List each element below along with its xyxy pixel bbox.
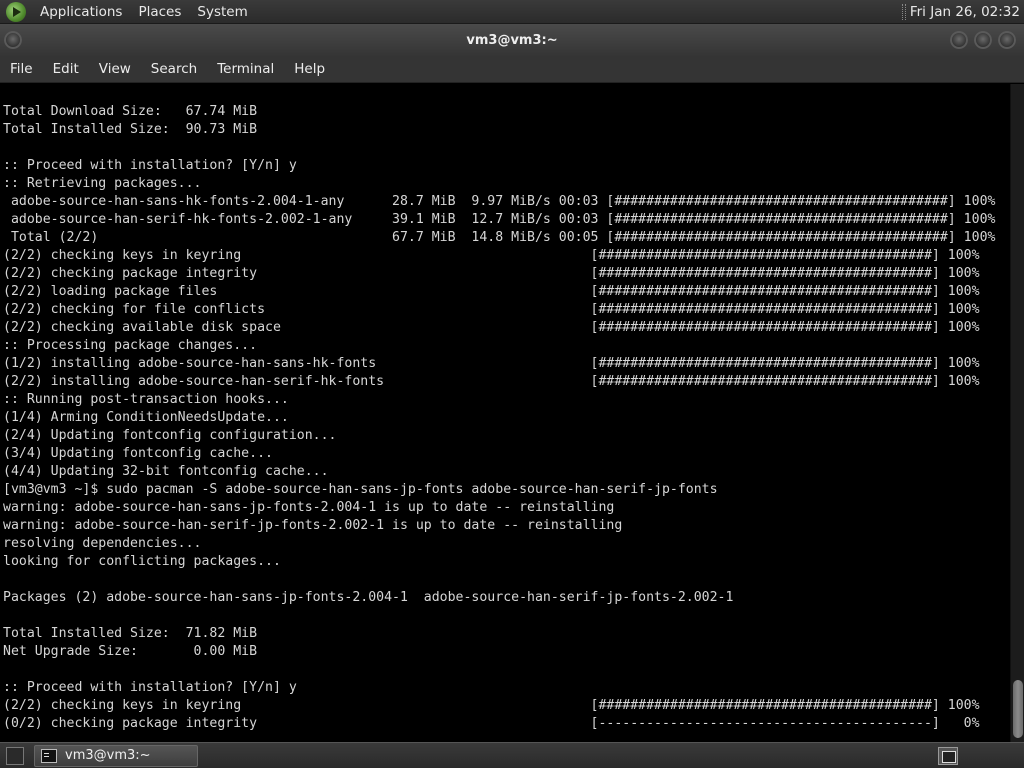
terminal-line: :: Processing package changes... bbox=[3, 338, 258, 353]
terminal-line: (1/2) installing adobe-source-han-sans-h… bbox=[3, 356, 980, 371]
terminal-line: (1/4) Arming ConditionNeedsUpdate... bbox=[3, 410, 289, 425]
taskbar-window-button[interactable]: vm3@vm3:~ bbox=[34, 744, 198, 767]
terminal-line: (2/2) loading package files [###########… bbox=[3, 284, 980, 299]
terminal-lines: Total Download Size: 67.74 MiB Total Inst… bbox=[3, 103, 995, 733]
panel-menu-applications[interactable]: Applications bbox=[32, 4, 130, 20]
terminal-line: Total Download Size: 67.74 MiB bbox=[3, 104, 258, 119]
terminal-line: Total (2/2) 67.7 MiB 14.8 MiB/s 00:05 [#… bbox=[3, 230, 996, 245]
panel-clock[interactable]: Fri Jan 26, 02:32 bbox=[910, 4, 1024, 20]
terminal-line: warning: adobe-source-han-sans-jp-fonts-… bbox=[3, 500, 615, 515]
close-button[interactable] bbox=[998, 31, 1016, 49]
terminal-line: :: Running post-transaction hooks... bbox=[3, 392, 289, 407]
terminal-line: (2/2) checking package integrity [######… bbox=[3, 266, 980, 281]
terminal-line: (3/4) Updating fontconfig cache... bbox=[3, 446, 273, 461]
terminal-line: :: Proceed with installation? [Y/n] y bbox=[3, 680, 297, 695]
terminal-line: Total Installed Size: 90.73 MiB bbox=[3, 122, 258, 137]
window-titlebar[interactable]: vm3@vm3:~ bbox=[0, 24, 1024, 56]
terminal-line: :: Proceed with installation? [Y/n] y bbox=[3, 158, 297, 173]
panel-handle-icon[interactable] bbox=[901, 3, 906, 20]
terminal-line: (4/4) Updating 32-bit fontconfig cache..… bbox=[3, 464, 329, 479]
panel-menu-places[interactable]: Places bbox=[130, 4, 189, 20]
window-menu-button[interactable] bbox=[4, 31, 22, 49]
terminal-line: [vm3@vm3 ~]$ sudo pacman -S adobe-source… bbox=[3, 482, 718, 497]
terminal-line: :: Retrieving packages... bbox=[3, 176, 202, 191]
terminal-line: (0/2) checking package integrity [------… bbox=[3, 716, 980, 731]
menu-search[interactable]: Search bbox=[141, 61, 207, 77]
distro-logo-icon[interactable] bbox=[6, 1, 26, 22]
menu-terminal[interactable]: Terminal bbox=[207, 61, 284, 77]
taskbar-window-label: vm3@vm3:~ bbox=[65, 748, 151, 763]
menu-view[interactable]: View bbox=[89, 61, 141, 77]
minimize-button[interactable] bbox=[950, 31, 968, 49]
menu-help[interactable]: Help bbox=[284, 61, 335, 77]
menubar: File Edit View Search Terminal Help bbox=[0, 56, 1024, 83]
terminal-output[interactable]: Total Download Size: 67.74 MiB Total Inst… bbox=[0, 84, 1010, 742]
terminal-line: adobe-source-han-sans-hk-fonts-2.004-1-a… bbox=[3, 194, 996, 209]
menu-file[interactable]: File bbox=[0, 61, 43, 77]
show-desktop-icon[interactable] bbox=[6, 746, 24, 765]
terminal-line: resolving dependencies... bbox=[3, 536, 202, 551]
terminal-line: Net Upgrade Size: 0.00 MiB bbox=[3, 644, 258, 659]
window-title: vm3@vm3:~ bbox=[466, 32, 558, 48]
terminal-line: looking for conflicting packages... bbox=[3, 554, 281, 569]
terminal-line: Total Installed Size: 71.82 MiB bbox=[3, 626, 258, 641]
maximize-button[interactable] bbox=[974, 31, 992, 49]
bottom-taskbar: vm3@vm3:~ bbox=[0, 742, 1024, 768]
terminal-line: (2/2) checking for file conflicts [#####… bbox=[3, 302, 980, 317]
terminal-line: (2/2) checking keys in keyring [########… bbox=[3, 698, 980, 713]
terminal-line: Packages (2) adobe-source-han-sans-jp-fo… bbox=[3, 590, 734, 605]
terminal-line: (2/2) checking keys in keyring [########… bbox=[3, 248, 980, 263]
terminal-line: (2/2) checking available disk space [###… bbox=[3, 320, 980, 335]
panel-menu-system[interactable]: System bbox=[189, 4, 255, 20]
terminal-icon bbox=[41, 748, 57, 763]
terminal-scrollbar[interactable] bbox=[1010, 84, 1024, 742]
terminal-line: (2/2) installing adobe-source-han-serif-… bbox=[3, 374, 980, 389]
scrollbar-thumb[interactable] bbox=[1013, 680, 1023, 738]
terminal-line: adobe-source-han-serif-hk-fonts-2.002-1-… bbox=[3, 212, 996, 227]
menu-edit[interactable]: Edit bbox=[43, 61, 89, 77]
top-panel: Applications Places System Fri Jan 26, 0… bbox=[0, 0, 1024, 24]
terminal-line: warning: adobe-source-han-serif-jp-fonts… bbox=[3, 518, 623, 533]
terminal-line: (2/4) Updating fontconfig configuration.… bbox=[3, 428, 337, 443]
workspace-switcher-icon[interactable] bbox=[938, 746, 958, 765]
